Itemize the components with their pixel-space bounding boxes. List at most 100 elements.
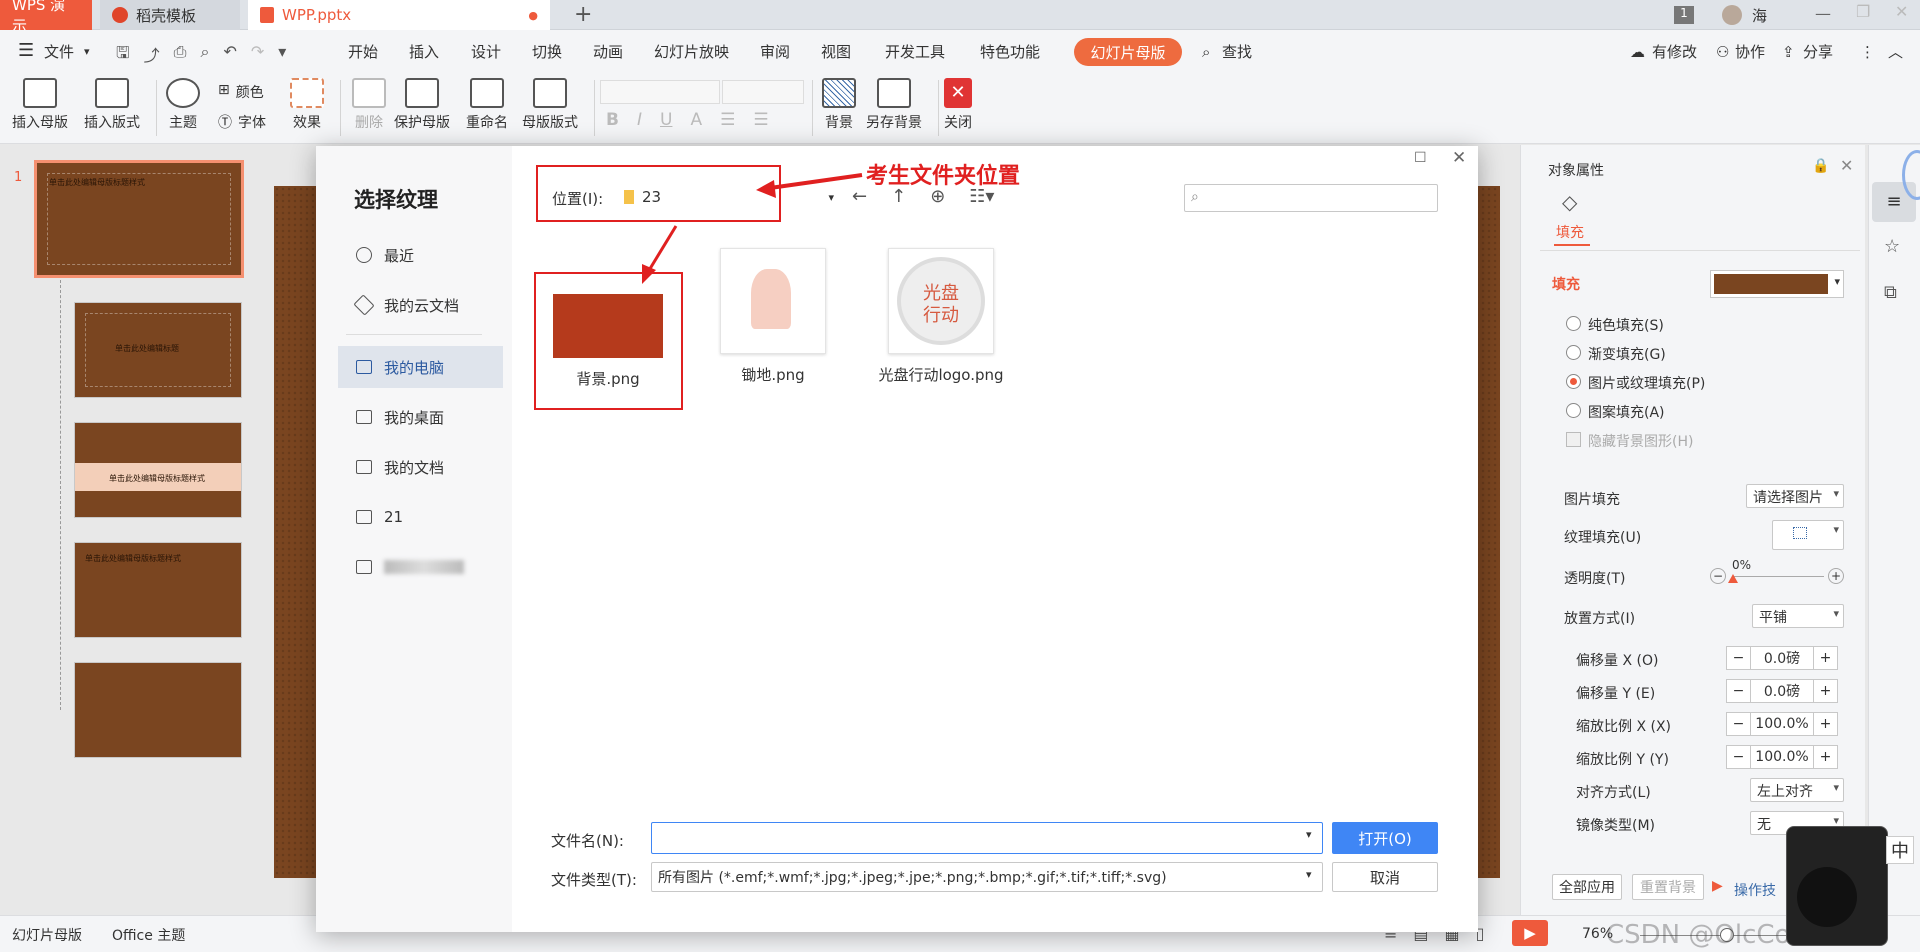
slider-handle[interactable] <box>1728 574 1738 583</box>
window-count-badge[interactable]: 1 <box>1674 6 1694 24</box>
minus-icon[interactable]: − <box>1727 746 1751 768</box>
nav-folder-21[interactable]: 21 <box>338 496 503 538</box>
redo-icon[interactable]: ↷ <box>251 42 264 69</box>
filetype-select[interactable]: 所有图片 (*.emf;*.wmf;*.jpg;*.jpeg;*.jpe;*.p… <box>651 862 1323 892</box>
menu-item-3[interactable]: 切换 <box>532 42 562 62</box>
share-button[interactable]: 分享 <box>1803 42 1833 62</box>
file-item[interactable]: 背景.png <box>548 280 668 389</box>
color-button[interactable]: ⊞ 颜色 <box>218 82 264 102</box>
font-family-select[interactable] <box>600 80 720 104</box>
more-options-icon[interactable]: ⋮ <box>1860 42 1875 62</box>
delete-button[interactable]: 删除 <box>352 78 386 132</box>
texture-fill-select[interactable] <box>1772 520 1844 550</box>
more-icon[interactable]: ▾ <box>278 42 286 69</box>
effect-button[interactable]: 效果 <box>290 78 324 132</box>
collab-button[interactable]: 协作 <box>1735 42 1765 62</box>
radio-picture-fill[interactable] <box>1566 374 1581 389</box>
thumbnail-layout-1[interactable]: 单击此处编辑标题 <box>74 302 242 398</box>
apply-all-button[interactable]: 全部应用 <box>1552 874 1622 900</box>
scale-x-value[interactable]: 100.0% <box>1751 713 1813 735</box>
fill-section-header[interactable]: 填充 <box>1552 274 1580 294</box>
comment-icon[interactable]: ⧉ <box>1884 282 1897 303</box>
modified-status[interactable]: 有修改 <box>1652 42 1697 62</box>
insert-layout-button[interactable]: 插入版式 <box>84 78 140 132</box>
tab-fill[interactable]: 填充 <box>1556 222 1584 242</box>
alignment-select[interactable]: 左上对齐 <box>1750 778 1844 802</box>
minimize-window-icon[interactable]: — <box>1815 4 1831 23</box>
export-icon[interactable]: ⤴ <box>144 42 160 69</box>
underline-icon[interactable]: U <box>660 110 672 130</box>
save-background-button[interactable]: 另存背景 <box>866 78 922 132</box>
hamburger-icon[interactable]: ☰ <box>18 40 34 61</box>
minus-icon[interactable]: − <box>1727 713 1751 735</box>
minus-icon[interactable]: − <box>1727 680 1751 702</box>
fill-preview-dropdown[interactable]: ▾ <box>1710 270 1844 298</box>
tab-slide-master[interactable]: 幻灯片母版 <box>1074 38 1182 66</box>
preview-icon[interactable]: ⌕ <box>200 42 209 69</box>
animation-icon[interactable]: ☆ <box>1884 236 1900 257</box>
close-dialog-icon[interactable]: ✕ <box>1452 148 1466 168</box>
nav-cloud-docs[interactable]: 我的云文档 <box>338 284 503 326</box>
chevron-down-icon[interactable]: ▾ <box>1306 828 1312 841</box>
menu-item-7[interactable]: 视图 <box>821 42 851 62</box>
file-item[interactable]: 光盘 行动 光盘行动logo.png <box>866 248 1016 385</box>
nav-desktop[interactable]: 我的桌面 <box>338 396 503 438</box>
undo-icon[interactable]: ↶ <box>223 42 236 69</box>
offset-y-stepper[interactable]: −0.0磅 + <box>1726 679 1838 703</box>
ime-mode[interactable]: 中 <box>1886 836 1914 864</box>
numbering-icon[interactable]: ☰ <box>753 110 768 130</box>
menu-item-2[interactable]: 设计 <box>471 42 501 62</box>
tab-document[interactable]: WPP.pptx ● <box>248 0 550 30</box>
search-input[interactable]: ⌕ <box>1184 184 1438 212</box>
open-button[interactable]: 打开(O) <box>1332 822 1438 854</box>
menu-item-8[interactable]: 开发工具 <box>885 42 945 62</box>
rename-button[interactable]: 重命名 <box>466 78 508 132</box>
background-button[interactable]: 背景 <box>822 78 856 132</box>
scale-y-stepper[interactable]: −100.0% + <box>1726 745 1838 769</box>
thumbnail-layout-2[interactable]: 单击此处编辑母版标题样式 <box>74 422 242 518</box>
thumbnail-master[interactable]: 单击此处编辑母版标题样式 <box>34 160 244 278</box>
close-master-button[interactable]: ✕ 关闭 <box>944 78 972 132</box>
menu-item-6[interactable]: 审阅 <box>760 42 790 62</box>
minus-icon[interactable]: − <box>1727 647 1751 669</box>
new-tab-button[interactable]: + <box>574 2 592 27</box>
search-icon[interactable]: ⌕ <box>1202 42 1210 62</box>
menu-item-1[interactable]: 插入 <box>409 42 439 62</box>
master-layout-button[interactable]: 母版版式 <box>522 78 578 132</box>
plus-icon[interactable]: + <box>1813 713 1837 735</box>
ime-cat-widget[interactable] <box>1786 826 1888 946</box>
transparency-plus-button[interactable]: + <box>1828 568 1844 584</box>
maximize-window-icon[interactable]: ❐ <box>1856 2 1870 21</box>
properties-title[interactable]: 对象属性 <box>1548 160 1604 180</box>
offset-x-stepper[interactable]: −0.0磅 + <box>1726 646 1838 670</box>
bold-icon[interactable]: B <box>606 110 619 130</box>
lock-pane-icon[interactable]: 🔒 <box>1812 158 1829 174</box>
offset-y-value[interactable]: 0.0磅 <box>1751 680 1813 702</box>
filename-input[interactable] <box>651 822 1323 854</box>
menu-item-4[interactable]: 动画 <box>593 42 623 62</box>
collapse-ribbon-icon[interactable]: ︿ <box>1888 42 1903 62</box>
tab-daoke[interactable]: 稻壳模板 <box>100 0 240 30</box>
font-color-icon[interactable]: A <box>690 110 702 130</box>
play-slideshow-button[interactable]: ▶ <box>1512 920 1548 946</box>
offset-x-value[interactable]: 0.0磅 <box>1751 647 1813 669</box>
status-theme[interactable]: Office 主题 <box>112 925 185 945</box>
tips-link[interactable]: 操作技 <box>1734 880 1776 900</box>
hide-bg-checkbox[interactable] <box>1566 432 1581 447</box>
menu-file[interactable]: 文件 <box>44 42 74 62</box>
close-pane-icon[interactable]: ✕ <box>1840 156 1853 175</box>
transparency-minus-button[interactable]: − <box>1710 568 1726 584</box>
italic-icon[interactable]: I <box>637 110 642 130</box>
menu-item-5[interactable]: 幻灯片放映 <box>654 42 729 62</box>
file-item[interactable]: 锄地.png <box>712 248 834 385</box>
find-button[interactable]: 查找 <box>1222 42 1252 62</box>
print-icon[interactable]: ⎙ <box>174 42 187 69</box>
menu-item-9[interactable]: 特色功能 <box>980 42 1040 62</box>
tab-wps-app[interactable]: WPS 演示 <box>0 0 92 35</box>
transparency-slider[interactable] <box>1732 576 1824 577</box>
nav-documents[interactable]: 我的文档 <box>338 446 503 488</box>
bullets-icon[interactable]: ☰ <box>720 110 735 130</box>
font-button[interactable]: Ⓣ 字体 <box>218 112 266 132</box>
placement-select[interactable]: 平铺 <box>1752 604 1844 628</box>
thumbnail-layout-4[interactable] <box>74 662 242 758</box>
